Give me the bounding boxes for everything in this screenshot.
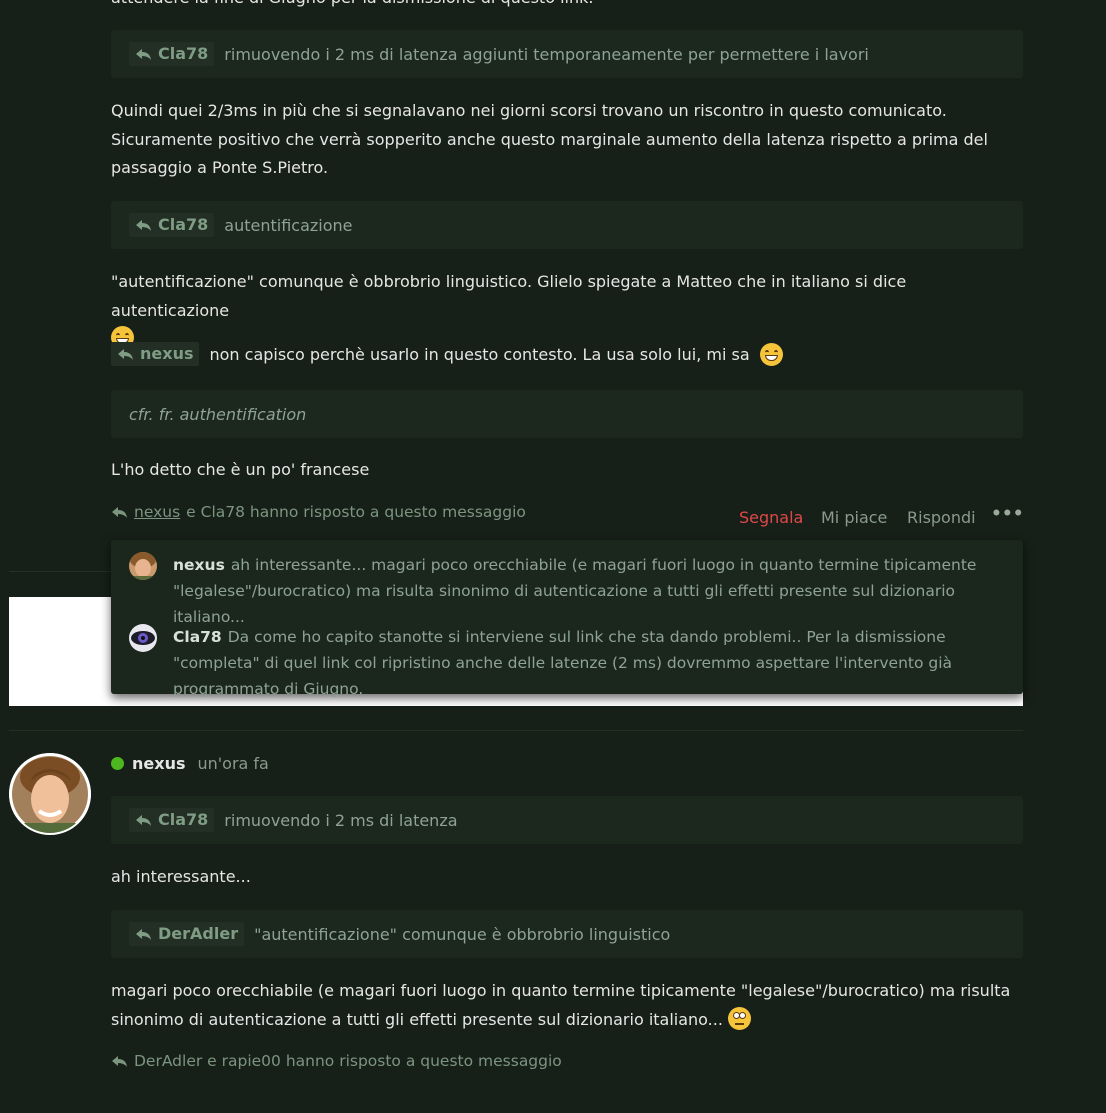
avatar — [129, 624, 157, 652]
replies-summary-text[interactable]: DerAdler e rapie00 hanno risposto a ques… — [134, 1052, 562, 1070]
post-author[interactable]: nexus — [132, 754, 185, 773]
popup-reply-body: Da come ho capito stanotte si interviene… — [173, 628, 953, 698]
user-avatar[interactable] — [9, 753, 91, 835]
post-paragraph: magari poco orecchiabile (e magari fuori… — [111, 977, 1023, 1034]
popup-reply-author: nexus — [173, 556, 225, 574]
quote-text: rimuovendo i 2 ms di latenza aggiunti te… — [224, 44, 869, 64]
avatar — [129, 552, 157, 580]
quote-text: cfr. fr. authentification — [129, 404, 307, 424]
reply-button[interactable]: Rispondi — [907, 508, 976, 527]
quote-author-link[interactable]: Cla78 — [129, 42, 215, 66]
quote-text: autentificazione — [224, 215, 353, 235]
like-button[interactable]: Mi piace — [821, 508, 887, 527]
replies-popup: nexus ah interessante... magari poco orec… — [111, 540, 1023, 698]
reply-arrow-icon — [136, 219, 151, 231]
inline-reply-text: non capisco perchè usarlo in questo cont… — [209, 344, 750, 364]
grin-emoji-icon — [759, 342, 783, 366]
replier-link[interactable]: nexus — [134, 503, 180, 521]
replies-summary: nexus e Cla78 hanno risposto a questo me… — [111, 503, 526, 521]
paragraph-text: magari poco orecchiabile (e magari fuori… — [111, 981, 1011, 1029]
replies-summary: DerAdler e rapie00 hanno risposto a ques… — [111, 1052, 562, 1070]
reply-arrow-icon — [136, 928, 151, 940]
quote-author: Cla78 — [158, 44, 209, 63]
quote-text: rimuovendo i 2 ms di latenza — [224, 810, 458, 830]
quote-block: cfr. fr. authentification — [111, 390, 1023, 438]
eye-roll-emoji-icon — [728, 1006, 752, 1030]
post-paragraph: "autentificazione" comunque è obbrobrio … — [111, 268, 1023, 354]
popup-reply-text: nexus ah interessante... magari poco orec… — [173, 552, 1005, 630]
more-options-button[interactable]: ••• — [991, 504, 1024, 524]
popup-reply-text: Cla78 Da come ho capito stanotte si inter… — [173, 624, 1005, 702]
quote-author-link[interactable]: Cla78 — [129, 213, 215, 237]
post-header: nexus un'ora fa — [111, 754, 269, 773]
quote-block: DerAdler "autentificazione" comunque è o… — [111, 910, 1023, 958]
report-button[interactable]: Segnala — [739, 508, 803, 527]
quote-author: Cla78 — [158, 215, 209, 234]
post-paragraph: Quindi quei 2/3ms in più che si segnalav… — [111, 101, 988, 177]
post-timestamp[interactable]: un'ora fa — [197, 754, 268, 773]
reply-arrow-icon — [118, 348, 133, 360]
popup-reply-body: ah interessante... magari poco orecchiab… — [173, 556, 977, 626]
popup-reply-item[interactable]: Cla78 Da come ho capito stanotte si inter… — [129, 624, 1005, 702]
quote-block: Cla78 rimuovendo i 2 ms di latenza aggiu… — [111, 30, 1023, 78]
cut-off-text: attendere la fine di Giugno per la dismi… — [111, 0, 593, 12]
quote-block: Cla78 autentificazione — [111, 201, 1023, 249]
quote-author-link[interactable]: DerAdler — [129, 922, 245, 946]
post-paragraph: L'ho detto che è un po' francese — [111, 460, 370, 479]
inline-reply: nexus non capisco perchè usarlo in quest… — [111, 342, 783, 366]
reply-arrow-icon — [112, 1055, 127, 1067]
reply-arrow-icon — [112, 506, 127, 518]
quote-author-link[interactable]: Cla78 — [129, 808, 215, 832]
reply-author: nexus — [140, 344, 194, 363]
reply-arrow-icon — [136, 814, 151, 826]
quote-author: DerAdler — [158, 924, 239, 943]
replies-summary-text: e Cla78 hanno risposto a questo messaggi… — [186, 503, 526, 521]
post-paragraph: ah interessante... — [111, 867, 251, 886]
reply-arrow-icon — [136, 48, 151, 60]
divider — [9, 730, 1023, 731]
online-status-icon — [111, 757, 124, 770]
popup-reply-item[interactable]: nexus ah interessante... magari poco orec… — [129, 552, 1005, 630]
paragraph-text: "autentificazione" comunque è obbrobrio … — [111, 272, 907, 320]
quote-author: Cla78 — [158, 810, 209, 829]
quote-block: Cla78 rimuovendo i 2 ms di latenza — [111, 796, 1023, 844]
reply-author-link[interactable]: nexus — [111, 342, 200, 366]
popup-reply-author: Cla78 — [173, 628, 222, 646]
quote-text: "autentificazione" comunque è obbrobrio … — [254, 924, 671, 944]
